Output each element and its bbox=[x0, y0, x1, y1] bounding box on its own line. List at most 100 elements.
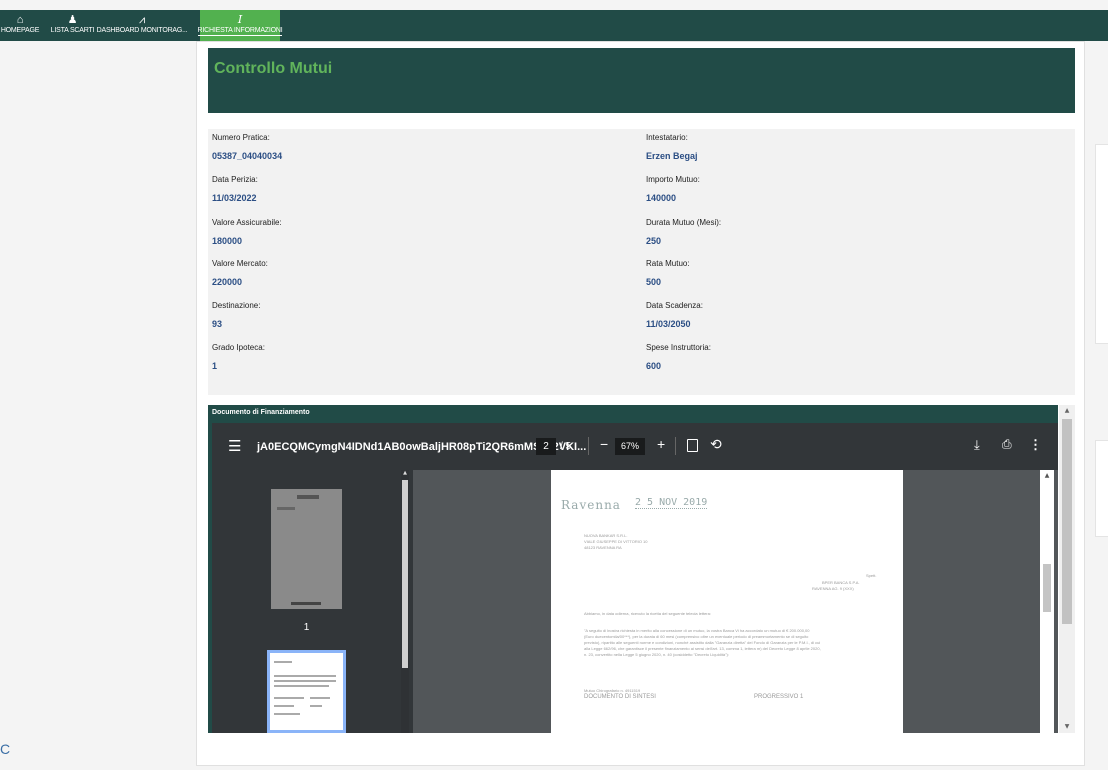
page-text-line: "A seguito di lnostra richiesta in merit… bbox=[584, 628, 810, 633]
field-label: Spese Instruttoria: bbox=[646, 343, 711, 352]
page-text-line: n. 23, convertito nella Legge 5 giugno 2… bbox=[584, 652, 729, 657]
chart-icon: ⩘ bbox=[138, 14, 145, 26]
scroll-up-arrow-icon[interactable]: ▲ bbox=[1059, 407, 1075, 414]
scroll-down-arrow-icon[interactable]: ▼ bbox=[1059, 723, 1075, 730]
text-cursor-icon: I bbox=[237, 13, 243, 26]
corner-fragment: C bbox=[0, 741, 11, 757]
zoom-out-icon[interactable]: − bbox=[600, 436, 608, 452]
pdf-scrollbar[interactable]: ▲ bbox=[1040, 470, 1054, 733]
document-scrollbar[interactable]: ▲ ▼ bbox=[1059, 405, 1075, 733]
mortgage-info-box: Numero Pratica: 05387_04040034 Data Peri… bbox=[208, 129, 1075, 395]
more-options-icon[interactable]: ⋮ bbox=[1029, 437, 1042, 453]
field-value: 140000 bbox=[646, 193, 677, 203]
field-spese-istruttoria: Spese Instruttoria: 600 bbox=[646, 343, 711, 371]
toolbar-divider bbox=[588, 437, 589, 455]
thumbnail-line bbox=[274, 713, 300, 715]
thumbnail-line bbox=[274, 705, 294, 707]
field-destinazione: Destinazione: 93 bbox=[212, 301, 260, 329]
field-durata-mutuo: Durata Mutuo (Mesi): 250 bbox=[646, 218, 721, 246]
field-label: Data Perizia: bbox=[212, 175, 258, 184]
field-value: 250 bbox=[646, 236, 662, 246]
page-header: Controllo Mutui bbox=[208, 48, 1075, 113]
page-text-line: Abbiamo, in data odierna, ricevuto la ri… bbox=[584, 611, 711, 616]
menu-icon[interactable]: ☰ bbox=[228, 437, 241, 455]
field-value: 1 bbox=[212, 361, 218, 371]
nav-item-homepage[interactable]: ⌂ HOMEPAGE bbox=[0, 10, 40, 41]
field-label: Intestatario: bbox=[646, 133, 688, 142]
page-thumbnail-2[interactable] bbox=[267, 650, 346, 733]
rotate-icon[interactable]: ⟲ bbox=[710, 436, 722, 453]
page-text-line: previsto), ripartito alle seguenti norme… bbox=[584, 640, 821, 645]
field-value: 600 bbox=[646, 361, 662, 371]
page-stamp: Ravenna bbox=[561, 498, 621, 512]
field-label: Grado Ipoteca: bbox=[212, 343, 265, 352]
field-label: Data Scadenza: bbox=[646, 301, 703, 310]
page-total: / 5 bbox=[560, 441, 572, 452]
thumbnail-line bbox=[274, 680, 336, 682]
field-label: Destinazione: bbox=[212, 301, 261, 310]
scrollbar-thumb[interactable] bbox=[1043, 564, 1051, 612]
field-value: 11/03/2022 bbox=[212, 193, 257, 203]
field-value: 11/03/2050 bbox=[646, 319, 691, 329]
pdf-toolbar: ☰ jA0ECQMCymgN4IDNd1AB0owBaljHR08pTi2QR6… bbox=[212, 423, 1058, 470]
pdf-viewer: ☰ jA0ECQMCymgN4IDNd1AB0owBaljHR08pTi2QR6… bbox=[212, 423, 1058, 733]
page-address-line: NUOVA BANKAR S.R.L. bbox=[584, 533, 628, 538]
field-value: 180000 bbox=[212, 236, 243, 246]
thumbnail-header-block bbox=[297, 495, 319, 499]
scrollbar-thumb[interactable] bbox=[1062, 419, 1072, 624]
zoom-in-icon[interactable]: + bbox=[657, 436, 665, 452]
page-recipient-line: RAVENNA AG. 9 (XXX) bbox=[812, 586, 854, 591]
scroll-up-arrow-icon[interactable]: ▲ bbox=[401, 470, 409, 476]
page-address-line: 48123 RAVENNA RA bbox=[584, 545, 622, 550]
field-label: Importo Mutuo: bbox=[646, 175, 700, 184]
nav-item-label: DASHBOARD MONITORAG... bbox=[96, 27, 188, 34]
field-rata-mutuo: Rata Mutuo: 500 bbox=[646, 259, 690, 287]
page-text-line: (Euro duecentomila/00***), per la durata… bbox=[584, 634, 809, 639]
print-icon[interactable]: ⎙ bbox=[1002, 437, 1012, 452]
field-grado-ipoteca: Grado Ipoteca: 1 bbox=[212, 343, 265, 371]
zoom-level-input[interactable]: 67% bbox=[615, 438, 645, 455]
nav-item-label: RICHIESTA INFORMAZIONI bbox=[197, 27, 283, 36]
page-text-line: Mutuo Chirografario n. 4911519 bbox=[584, 688, 641, 693]
nav-item-label: HOMEPAGE bbox=[0, 27, 40, 34]
field-data-scadenza: Data Scadenza: 11/03/2050 bbox=[646, 301, 703, 329]
thumbnail-line bbox=[274, 685, 329, 687]
nav-item-lista-scarti[interactable]: ♟ LISTA SCARTI bbox=[49, 10, 96, 41]
field-label: Valore Mercato: bbox=[212, 259, 268, 268]
thumbnail-text-block bbox=[277, 507, 295, 510]
document-section-title: Documento di Finanziamento bbox=[212, 409, 310, 416]
thumbnail-line bbox=[274, 697, 304, 699]
thumbnail-line bbox=[310, 697, 330, 699]
page-address-line: VIALE GIUSEPPE DI VITTORIO 10 bbox=[584, 539, 648, 544]
scroll-up-arrow-icon[interactable]: ▲ bbox=[1040, 472, 1054, 479]
side-card bbox=[1095, 440, 1108, 537]
field-importo-mutuo: Importo Mutuo: 140000 bbox=[646, 175, 700, 203]
download-icon[interactable]: ⤓ bbox=[974, 437, 980, 453]
thumbnail-sidebar: 1 ▲ bbox=[212, 470, 413, 733]
fit-page-icon[interactable] bbox=[687, 439, 698, 452]
thumbnail-line bbox=[310, 705, 322, 707]
nav-item-richiesta-informazioni[interactable]: I RICHIESTA INFORMAZIONI bbox=[197, 10, 283, 41]
page-recipient-line: BPER BANCA S.P.A. bbox=[822, 580, 860, 585]
thumbnail-scrollbar[interactable]: ▲ bbox=[401, 470, 409, 733]
field-valore-assicurabile: Valore Assicurabile: 180000 bbox=[212, 218, 282, 246]
field-value: 220000 bbox=[212, 277, 243, 287]
thumbnail-page-number: 1 bbox=[303, 622, 310, 633]
page-thumbnail-1[interactable] bbox=[271, 489, 342, 609]
field-label: Durata Mutuo (Mesi): bbox=[646, 218, 722, 227]
page-number-input[interactable]: 2 bbox=[536, 438, 556, 455]
field-value: 500 bbox=[646, 277, 662, 287]
page-title: Controllo Mutui bbox=[214, 60, 333, 77]
field-value: 05387_04040034 bbox=[212, 151, 283, 161]
nav-item-dashboard[interactable]: ⩘ DASHBOARD MONITORAG... bbox=[97, 10, 188, 41]
side-card bbox=[1095, 144, 1108, 344]
pdf-page: Ravenna 2 5 NOV 2019 NUOVA BANKAR S.R.L.… bbox=[551, 470, 903, 733]
nav-item-label: LISTA SCARTI bbox=[50, 27, 95, 34]
field-intestatario: Intestatario: Erzen Begaj bbox=[646, 133, 698, 161]
field-label: Valore Assicurabile: bbox=[212, 218, 282, 227]
scrollbar-thumb[interactable] bbox=[402, 480, 408, 668]
field-valore-mercato: Valore Mercato: 220000 bbox=[212, 259, 268, 287]
field-label: Numero Pratica: bbox=[212, 133, 270, 142]
page-heading: PROGRESSIVO 1 bbox=[754, 694, 804, 700]
page-recipient-line: Spett. bbox=[866, 573, 877, 578]
